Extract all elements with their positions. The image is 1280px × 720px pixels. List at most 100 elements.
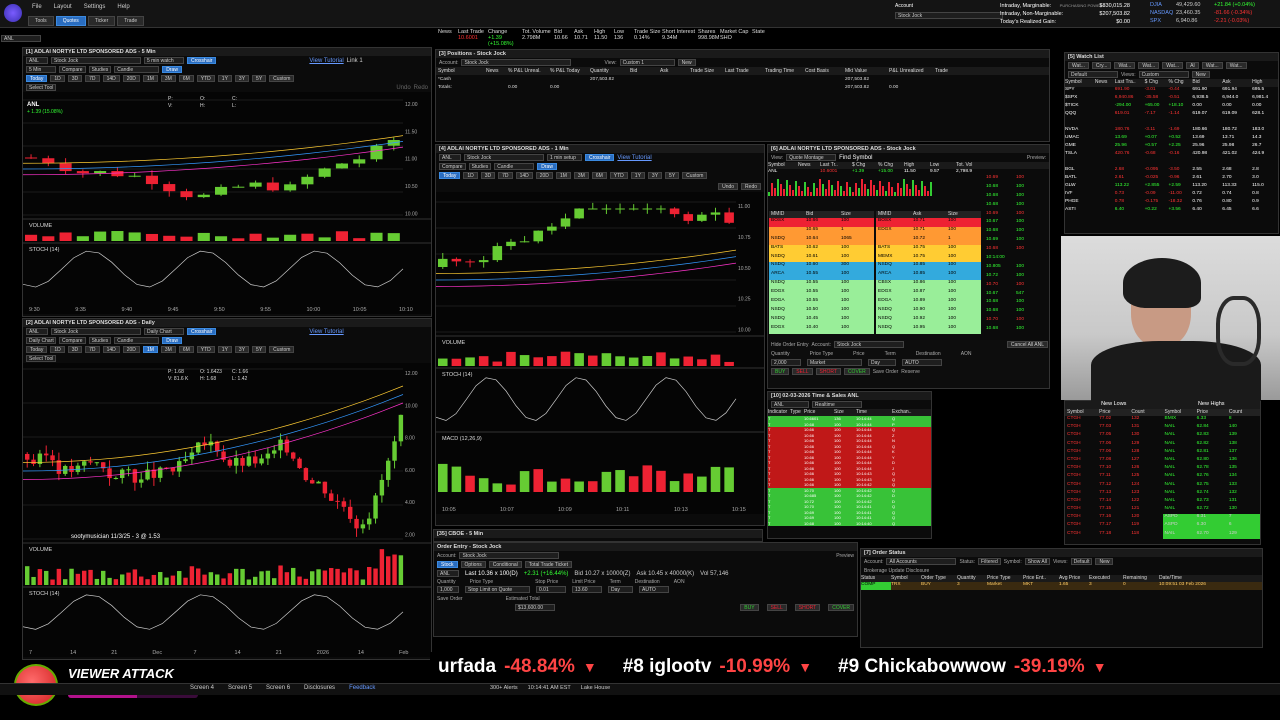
screen-tab[interactable]: Screen 6 — [266, 685, 290, 691]
os-col-header[interactable]: Order Type — [921, 575, 957, 582]
range-button-9[interactable]: YTD — [196, 346, 215, 353]
positions-col-header[interactable]: P&L Unrealized — [887, 68, 933, 74]
chart1-select-tool[interactable]: Select Tool — [26, 84, 57, 91]
book-row[interactable]: 10.72 1 — [876, 235, 981, 245]
range-button-2[interactable]: 3D — [67, 346, 83, 353]
positions-col-header[interactable]: Mkt Value — [843, 68, 887, 74]
lh-row[interactable]: CTGH 77.08 127 — [1065, 457, 1163, 465]
oe-tab[interactable]: Conditional — [488, 561, 522, 568]
screen-tab[interactable]: Screen 4 — [190, 685, 214, 691]
range-button-5[interactable]: 20D — [122, 75, 140, 82]
watchlist-tab[interactable]: Wat... — [1138, 62, 1160, 69]
range-button-2[interactable]: 3D — [67, 75, 83, 82]
range-button-7[interactable]: 3M — [573, 172, 589, 179]
watchlist-row[interactable]: $TICK -294.00 +65.00 +18.10 0.00 0.00 0.00 — [1065, 103, 1278, 111]
range-button-12[interactable]: 5Y — [252, 346, 267, 353]
book-row[interactable]: NSDQ 10.92 100 — [876, 315, 981, 325]
lh-row[interactable]: NAIL 62.81 137 — [1163, 449, 1261, 457]
watchlist-default[interactable]: Default — [1068, 71, 1118, 78]
book-row[interactable]: BOSX 10.66 100 — [769, 218, 874, 227]
positions-col-header[interactable]: Quantity — [588, 68, 628, 74]
chart2-tutorial-link[interactable]: View Tutorial — [309, 329, 343, 335]
book-row[interactable]: EDGA 10.89 100 — [876, 298, 981, 307]
range-button-11[interactable]: 3Y — [647, 172, 663, 179]
tab-tools[interactable]: Tools — [28, 16, 54, 26]
range-button-8[interactable]: 6M — [591, 172, 607, 179]
chart1-interval[interactable]: 5 min watch — [144, 57, 184, 64]
range-button-12[interactable]: 5Y — [665, 172, 680, 179]
watchlist-row[interactable]: GME 25.96 +0.57 +2.25 25.96 25.98 26.7 — [1065, 143, 1278, 151]
book-row[interactable]: EDGA 10.55 100 — [769, 298, 874, 307]
oe-tab[interactable]: Options — [460, 561, 486, 568]
os-views[interactable]: Default — [1070, 558, 1093, 565]
chart4-crosshair[interactable]: Crosshair — [585, 154, 615, 161]
range-button-0[interactable]: Today — [439, 172, 461, 179]
chart1-compare[interactable]: Compare — [59, 66, 86, 73]
tab-trade[interactable]: Trade — [117, 16, 145, 26]
positions-new-button[interactable]: New — [677, 59, 696, 66]
lh-row[interactable]: NAIL 62.82 138 — [1163, 441, 1261, 449]
chart1-tutorial-link[interactable]: View Tutorial — [309, 58, 343, 64]
level2-view[interactable]: Quote Montage — [786, 154, 837, 161]
oe-dest[interactable]: AUTO — [639, 586, 669, 593]
positions-col-header[interactable]: % P&L Today — [548, 68, 588, 74]
oe-tab[interactable]: Total Trade Ticket — [524, 561, 572, 568]
lh-row[interactable]: CTGH 77.14 122 — [1065, 498, 1163, 506]
range-button-1[interactable]: 1D — [463, 172, 478, 179]
oe-cover-button[interactable]: COVER — [828, 604, 854, 611]
range-button-13[interactable]: Custom — [682, 172, 708, 179]
os-col-header[interactable]: Price Type — [987, 575, 1023, 582]
lh-row[interactable]: NAIL 62.75 133 — [1163, 482, 1261, 490]
chart4-redo[interactable]: Redo — [741, 182, 761, 190]
range-button-6[interactable]: 1M — [142, 346, 158, 353]
watchlist-row[interactable] — [1065, 159, 1278, 167]
lh-row[interactable]: CTGH 77.12 124 — [1065, 482, 1163, 490]
range-button-13[interactable]: Custom — [269, 346, 295, 353]
chart4-symbol[interactable]: ANL — [439, 154, 461, 161]
os-col-header[interactable]: Executed — [1089, 575, 1123, 582]
range-button-9[interactable]: YTD — [609, 172, 628, 179]
range-button-10[interactable]: 1Y — [217, 346, 232, 353]
watchlist-row[interactable]: BATL 2.61 -0.025 -0.96 2.61 2.70 3.0 — [1065, 175, 1278, 183]
book-row[interactable]: NSDQ 10.64 1065 — [769, 235, 874, 245]
level2-preview[interactable]: Preview: — [1027, 155, 1046, 161]
level2-save-order[interactable]: Save Order — [873, 369, 899, 375]
oe-buy-button[interactable]: BUY — [740, 604, 759, 611]
book-row[interactable]: NSDQ 10.45 100 — [769, 315, 874, 325]
chart4-compare[interactable]: Compare — [439, 163, 466, 170]
level2-sell-button[interactable]: SELL — [792, 368, 813, 375]
book-row[interactable]: 10.65 1 — [769, 226, 874, 236]
lh-row[interactable]: CTGH 77.18 118 — [1065, 531, 1163, 539]
range-button-10[interactable]: 1Y — [217, 75, 232, 82]
book-row[interactable]: EDGX 10.87 100 — [876, 289, 981, 299]
tab-quotes[interactable]: Quotes — [55, 16, 86, 26]
index-name[interactable]: NASDAQ — [1150, 10, 1173, 18]
range-button-11[interactable]: 3Y — [234, 346, 250, 353]
lh-row[interactable]: BMIX 6.33 8 — [1163, 416, 1261, 424]
positions-view[interactable]: Custom 1 — [619, 59, 675, 66]
chart4-type[interactable]: Candle — [494, 163, 535, 170]
range-button-5[interactable]: 20D — [122, 346, 140, 353]
book-row[interactable]: NSDQ 10.60 300 — [769, 262, 874, 272]
chart1-period[interactable]: 5 Min — [26, 66, 56, 73]
tns-mode[interactable]: Realtime — [812, 401, 862, 408]
level2-order-pt[interactable]: Market — [807, 359, 862, 366]
oe-sell-button[interactable]: SELL — [766, 604, 787, 611]
chart1-crosshair[interactable]: Crosshair — [187, 57, 217, 64]
lh-row[interactable]: CTGH 77.06 129 — [1065, 441, 1163, 449]
watchlist-row[interactable]: ASTI 6.40 +0.22 +3.56 6.40 6.45 6.6 — [1065, 207, 1278, 215]
chart2-type[interactable]: Candle — [114, 337, 160, 344]
menu-layout[interactable]: Layout — [54, 4, 72, 10]
range-button-1[interactable]: 1D — [50, 75, 65, 82]
watchlist-row[interactable]: SPY 691.90 -3.01 -0.44 691.90 691.94 695.5 — [1065, 87, 1278, 95]
level2-buy-button[interactable]: BUY — [771, 368, 790, 375]
book-row[interactable]: BOSX 10.71 100 — [876, 218, 981, 227]
positions-col-header[interactable]: Cost Basis — [803, 68, 843, 74]
watchlist-tab[interactable]: Wat... — [1162, 62, 1184, 69]
range-button-2[interactable]: 3D — [480, 172, 496, 179]
os-col-header[interactable]: Date/Time — [1159, 575, 1229, 582]
chart2-draw[interactable]: Draw — [162, 337, 182, 344]
chart2-select-tool[interactable]: Select Tool — [26, 355, 57, 362]
os-col-header[interactable]: Quantity — [957, 575, 987, 582]
app-logo-icon[interactable] — [4, 4, 22, 22]
